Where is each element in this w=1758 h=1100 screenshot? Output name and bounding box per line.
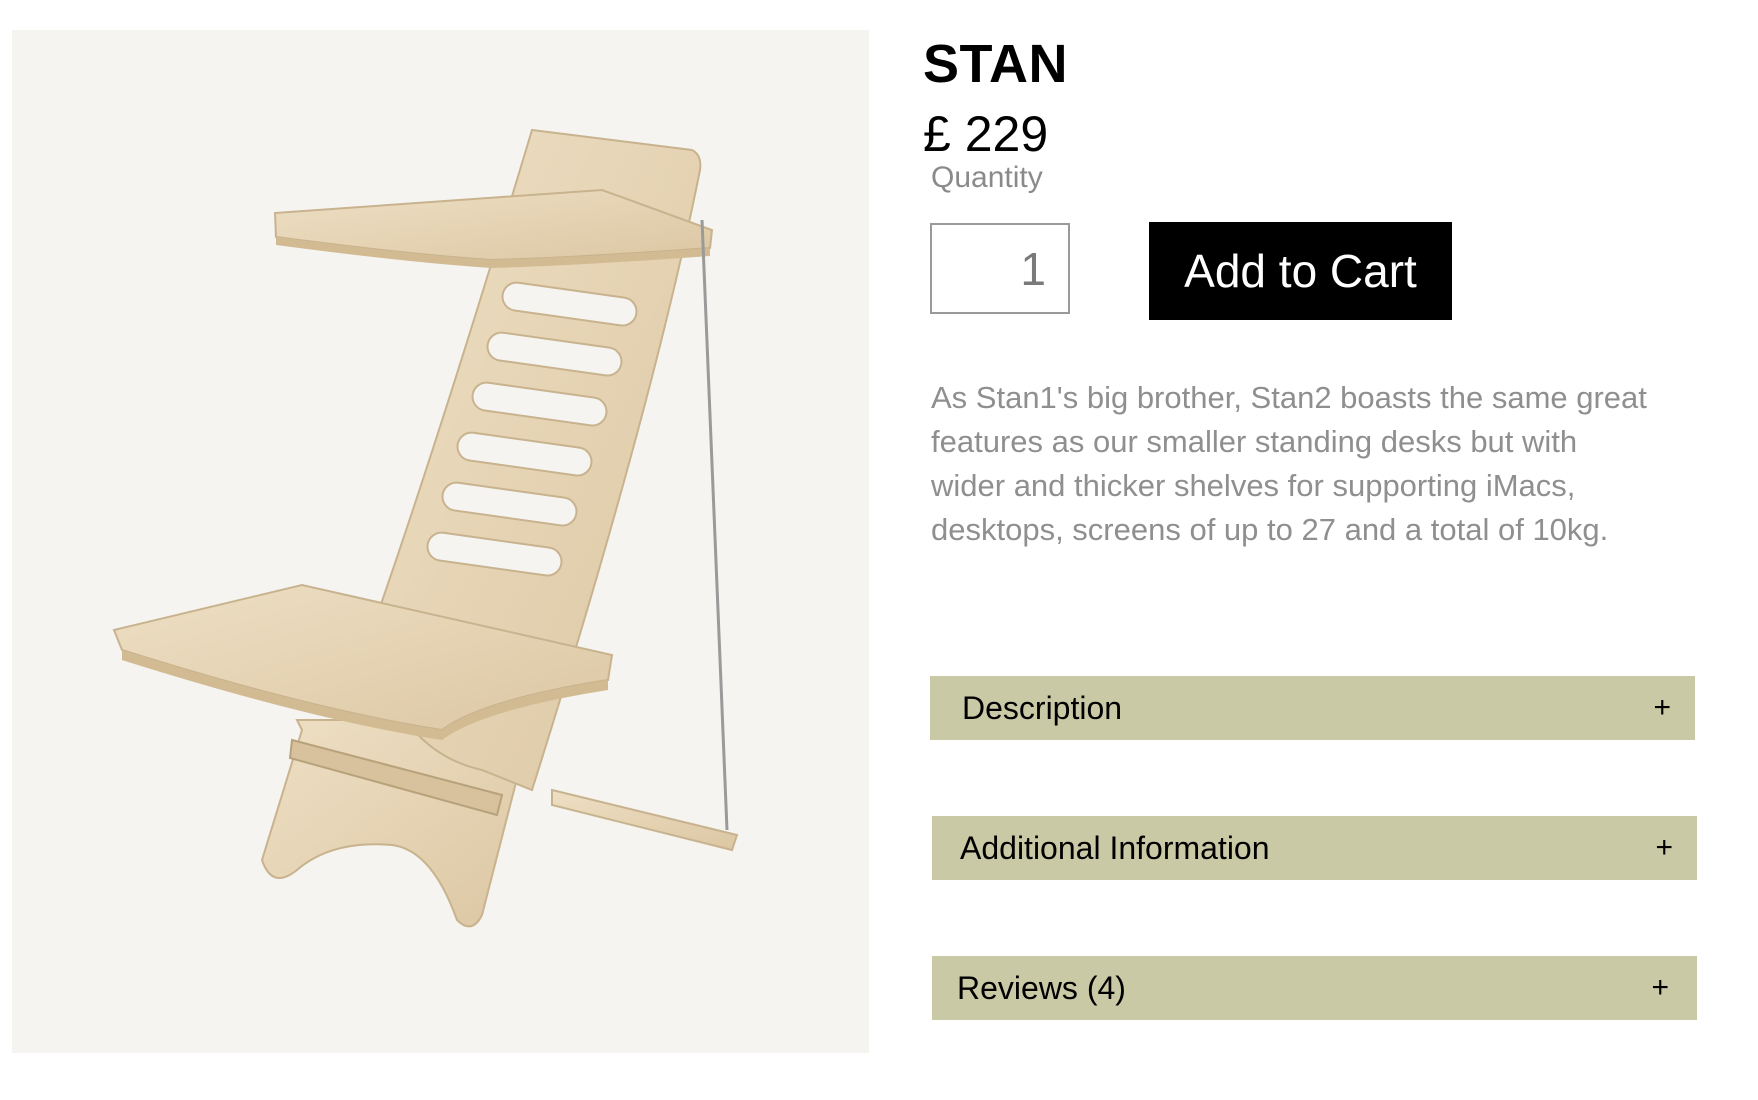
product-price: £ 229 bbox=[923, 106, 1049, 162]
accordion-label: Reviews (4) bbox=[957, 969, 1126, 1006]
accordion-description[interactable]: Description + bbox=[930, 676, 1695, 740]
add-to-cart-button[interactable]: Add to Cart bbox=[1149, 222, 1452, 320]
product-summary: As Stan1's big brother, Stan2 boasts the… bbox=[931, 380, 1647, 547]
plus-icon: + bbox=[1655, 831, 1673, 864]
plus-icon: + bbox=[1653, 691, 1671, 724]
product-title: STAN bbox=[923, 34, 1068, 94]
accordion-additional-information[interactable]: Additional Information + bbox=[932, 816, 1697, 880]
plus-icon: + bbox=[1651, 971, 1669, 1004]
quantity-input[interactable] bbox=[930, 223, 1070, 314]
accordion-reviews[interactable]: Reviews (4) + bbox=[932, 956, 1697, 1020]
accordion-label: Additional Information bbox=[960, 829, 1270, 866]
standing-desk-illustration bbox=[112, 128, 739, 928]
product-image bbox=[12, 30, 869, 1053]
quantity-label: Quantity bbox=[931, 161, 1043, 194]
accordion-label: Description bbox=[962, 689, 1123, 726]
